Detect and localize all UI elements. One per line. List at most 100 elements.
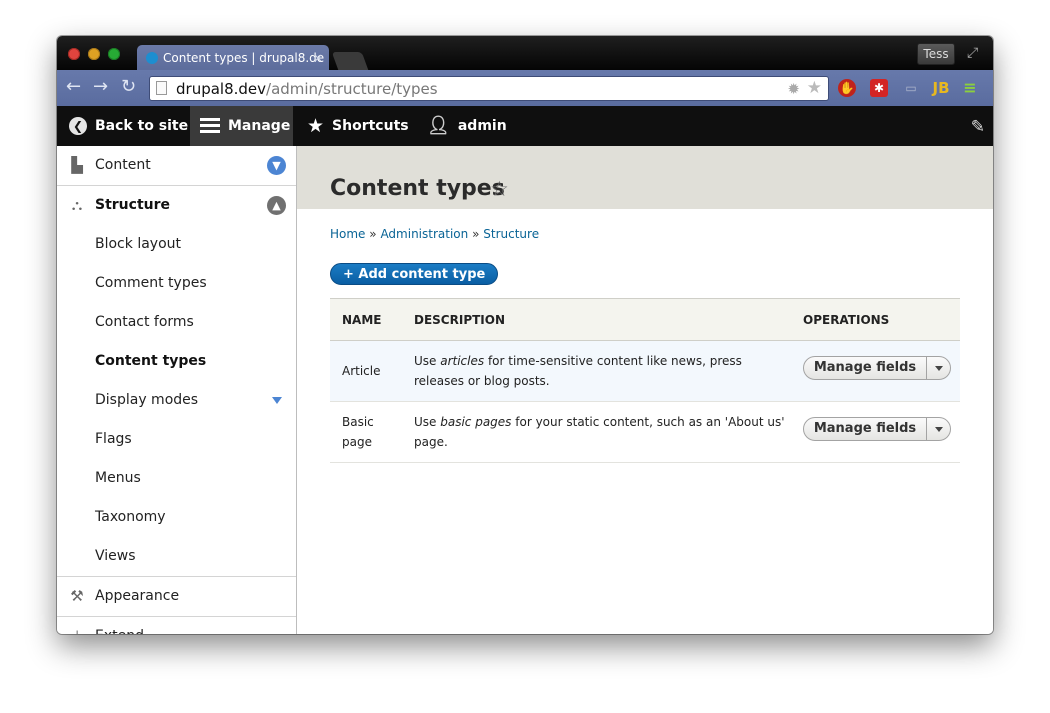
forward-arrow-icon[interactable]: → — [93, 77, 108, 97]
sidebar-item-flags[interactable]: Flags — [57, 420, 296, 460]
page-icon — [156, 81, 167, 95]
sidebar-item-label: Extend — [95, 617, 144, 634]
dropdown-arrow-icon[interactable] — [935, 366, 943, 371]
title-bar: Content types | drupal8.de × Tess ⤢ — [57, 36, 993, 71]
chevron-up-icon[interactable]: ▲ — [267, 196, 286, 215]
operations-cell: Manage fields — [791, 340, 960, 402]
breadcrumb-home-link[interactable]: Home — [330, 227, 365, 241]
manage-fields-button[interactable]: Manage fields — [804, 418, 926, 440]
cast-icon[interactable]: ▭ — [902, 79, 920, 97]
tab-close-icon[interactable]: × — [313, 45, 323, 71]
sidebar-item-structure[interactable]: ⛬ Structure ▲ — [57, 186, 296, 226]
triangle-down-icon[interactable] — [272, 397, 282, 404]
content-type-description: Use articles for time-sensitive content … — [402, 340, 791, 402]
manage-fields-dropbutton[interactable]: Manage fields — [803, 417, 951, 441]
sidebar-item-label: Contact forms — [95, 314, 194, 330]
page-title: Content types — [330, 176, 505, 201]
user-icon: 👤︎ — [427, 115, 450, 136]
content-types-table: NAME DESCRIPTION OPERATIONS Article Use … — [330, 298, 960, 463]
sidebar-item-block-layout[interactable]: Block layout — [57, 225, 296, 265]
gear-icon[interactable]: ✹ — [787, 80, 800, 98]
browser-window: Content types | drupal8.de × Tess ⤢ ← → … — [57, 36, 993, 634]
bookmark-star-icon[interactable]: ★ — [807, 78, 822, 98]
document-icon: ▙ — [71, 156, 83, 174]
reload-icon[interactable]: ↻ — [121, 77, 136, 97]
browser-tab-active[interactable]: Content types | drupal8.de × — [137, 45, 329, 71]
address-bar[interactable]: drupal8.dev/admin/structure/types ✹ ★ — [149, 76, 829, 101]
sidebar-item-menus[interactable]: Menus — [57, 459, 296, 499]
sidebar-item-taxonomy[interactable]: Taxonomy — [57, 498, 296, 538]
sidebar-item-label: Views — [95, 548, 136, 564]
breadcrumb-structure-link[interactable]: Structure — [483, 227, 539, 241]
manage-fields-dropbutton[interactable]: Manage fields — [803, 356, 951, 380]
content-type-description: Use basic pages for your static content,… — [402, 401, 791, 463]
extension-asterisk-icon[interactable]: ✱ — [870, 79, 888, 97]
back-to-site-link[interactable]: ❮ Back to site — [69, 106, 188, 146]
sidebar-item-label: Comment types — [95, 275, 207, 291]
add-content-type-button[interactable]: + Add content type — [330, 263, 499, 285]
content-type-name: Article — [330, 340, 402, 402]
tab-title: Content types | drupal8.de — [163, 51, 325, 65]
profile-button[interactable]: Tess — [917, 43, 955, 65]
pencil-edit-icon[interactable]: ✎ — [971, 117, 985, 137]
table-row: Basic page Use basic pages for your stat… — [330, 401, 960, 463]
breadcrumb-separator: » — [472, 227, 480, 241]
sidebar-item-display-modes[interactable]: Display modes — [57, 381, 296, 421]
navigation-bar: ← → ↻ drupal8.dev/admin/structure/types … — [57, 70, 993, 106]
sidebar-item-appearance[interactable]: ⚒ Appearance — [57, 577, 296, 617]
sidebar-item-label: Flags — [95, 431, 132, 447]
table-row: Article Use articles for time-sensitive … — [330, 340, 960, 402]
chevron-down-icon[interactable]: ▼ — [267, 156, 286, 175]
fullscreen-icon[interactable]: ⤢ — [967, 45, 978, 61]
drupal-favicon-icon — [146, 52, 158, 64]
hamburger-menu-icon — [200, 118, 220, 134]
star-icon: ★ — [307, 115, 325, 137]
sidebar-item-label: Structure — [95, 197, 171, 213]
column-header-description: DESCRIPTION — [402, 298, 791, 341]
table-header-row: NAME DESCRIPTION OPERATIONS — [330, 298, 960, 341]
breadcrumb-administration-link[interactable]: Administration — [380, 227, 468, 241]
toolbar-manage-tab[interactable]: Manage — [190, 106, 293, 146]
sidebar-item-extend[interactable]: ⊥ Extend — [57, 617, 296, 634]
sidebar-item-label: Content — [95, 157, 151, 173]
sidebar-item-content-types[interactable]: Content types — [57, 342, 296, 382]
jetbrains-icon[interactable]: JB — [932, 79, 950, 97]
admin-toolbar: ❮ Back to site Manage ★ Shortcuts 👤︎ admin … — [57, 106, 993, 146]
dropbutton-divider — [926, 357, 927, 379]
main-content: Content types ☆ Home » Administration » … — [297, 146, 993, 634]
adblock-icon[interactable]: ✋ — [838, 79, 856, 97]
column-header-name: NAME — [330, 298, 402, 341]
new-tab-button[interactable] — [331, 52, 369, 70]
minimize-window-button[interactable] — [88, 48, 100, 60]
sidebar-item-contact-forms[interactable]: Contact forms — [57, 303, 296, 343]
sidebar-item-label: Taxonomy — [95, 509, 166, 525]
back-arrow-icon[interactable]: ← — [66, 77, 81, 97]
sitemap-icon: ⛬ — [71, 196, 83, 214]
sidebar-item-label: Content types — [95, 353, 207, 369]
page-header: Content types ☆ — [297, 146, 993, 209]
toolbar-user-tab[interactable]: 👤︎ admin — [427, 106, 507, 146]
back-circle-icon: ❮ — [69, 117, 87, 135]
breadcrumb: Home » Administration » Structure — [330, 227, 539, 241]
paintbrush-icon: ⚒ — [70, 587, 84, 605]
sidebar-item-content[interactable]: ▙ Content ▼ — [57, 146, 296, 186]
chrome-menu-icon[interactable]: ≡ — [961, 79, 979, 97]
sidebar-item-views[interactable]: Views — [57, 537, 296, 577]
puzzle-icon: ⊥ — [69, 628, 85, 634]
sidebar-item-label: Block layout — [95, 236, 181, 252]
toolbar-shortcuts-tab[interactable]: ★ Shortcuts — [307, 106, 409, 146]
sidebar-item-label: Appearance — [95, 588, 180, 604]
shortcut-star-icon[interactable]: ☆ — [490, 177, 509, 201]
column-header-operations: OPERATIONS — [791, 298, 960, 341]
dropdown-arrow-icon[interactable] — [935, 427, 943, 432]
content-type-name: Basic page — [330, 401, 402, 463]
dropbutton-divider — [926, 418, 927, 440]
url-text: drupal8.dev/admin/structure/types — [176, 80, 438, 98]
sidebar-item-label: Display modes — [95, 392, 199, 408]
sidebar-item-comment-types[interactable]: Comment types — [57, 264, 296, 304]
operations-cell: Manage fields — [791, 401, 960, 463]
manage-fields-button[interactable]: Manage fields — [804, 357, 926, 379]
admin-sidebar: ▙ Content ▼ ⛬ Structure ▲ Block layout C… — [57, 146, 297, 634]
zoom-window-button[interactable] — [108, 48, 120, 60]
close-window-button[interactable] — [68, 48, 80, 60]
